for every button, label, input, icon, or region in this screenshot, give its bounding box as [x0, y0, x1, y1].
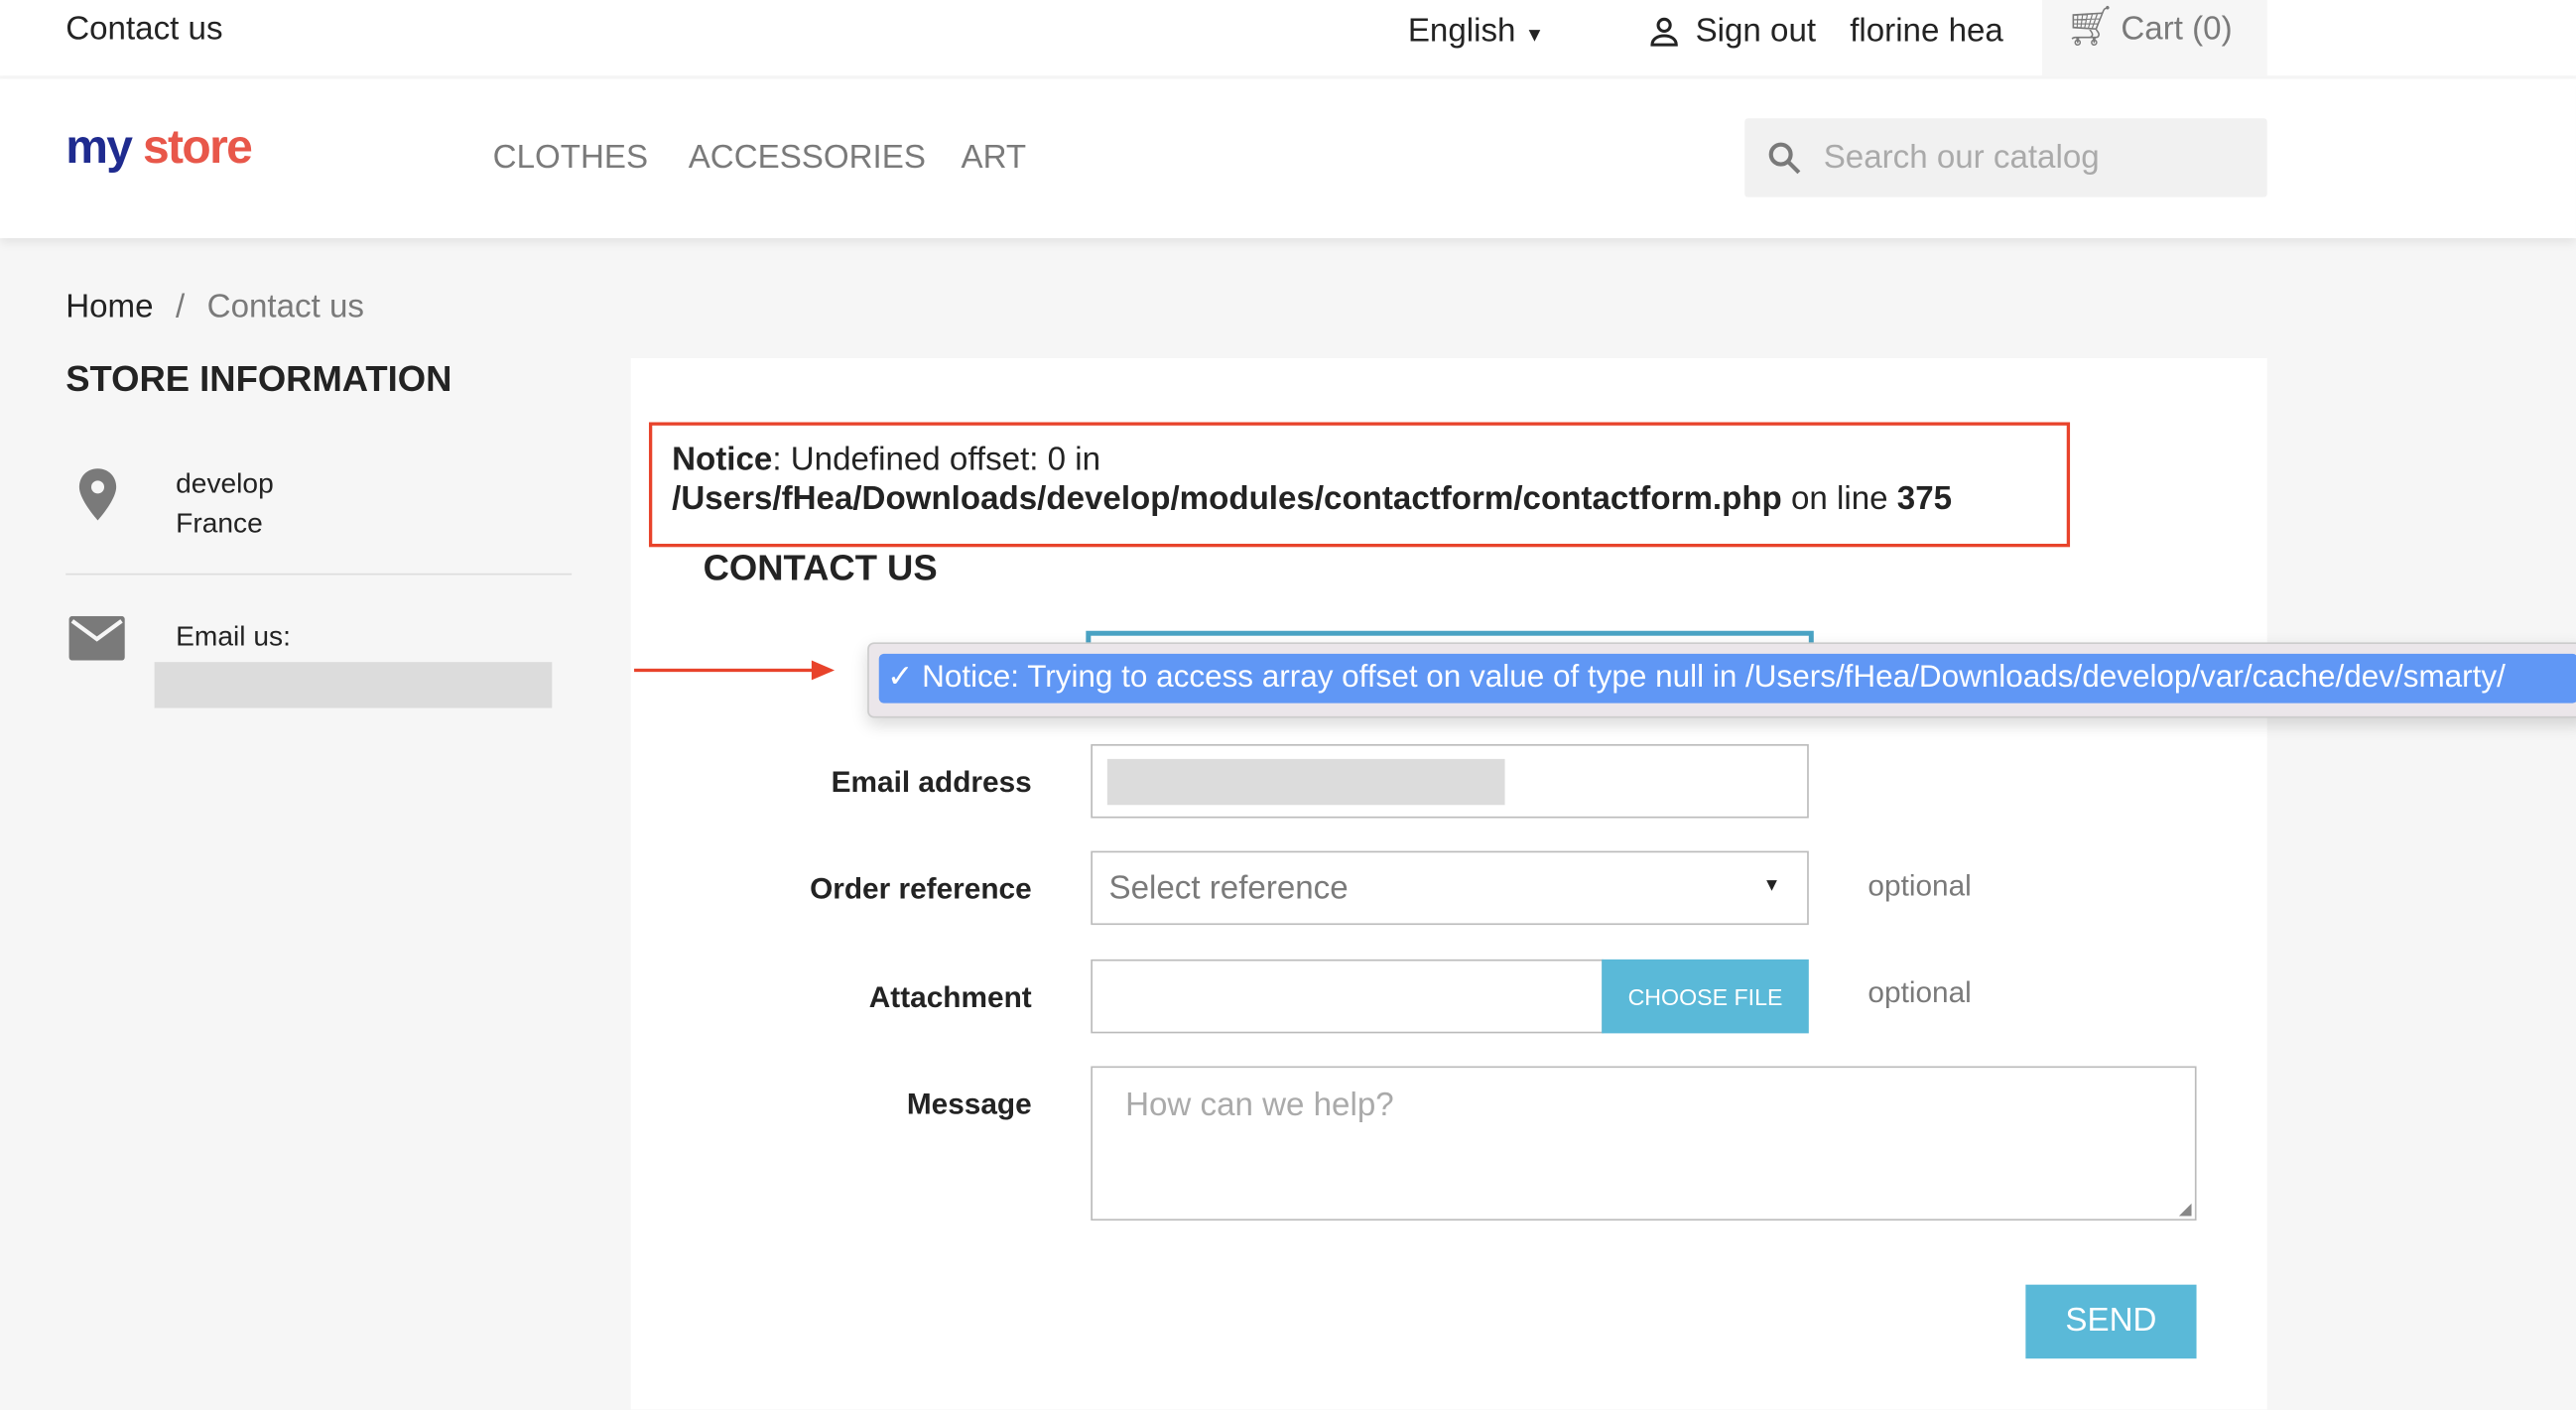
email-label: Email address	[831, 765, 1032, 799]
language-selector[interactable]: English ▼	[1408, 12, 1545, 55]
send-button[interactable]: SEND	[2025, 1284, 2197, 1359]
notice-on-line: on line	[1781, 481, 1897, 518]
store-name: develop	[176, 467, 274, 500]
email-us-label: Email us:	[176, 620, 291, 653]
notice-path: /Users/fHea/Downloads/develop/modules/co…	[672, 481, 1782, 518]
redacted-email	[154, 662, 553, 708]
divider	[65, 573, 573, 576]
cart-button[interactable]: 🛒︎ Cart (0)	[2041, 0, 2267, 76]
user-icon	[1650, 17, 1678, 47]
notice-line-number: 375	[1896, 481, 1953, 518]
notice-text: : Undefined offset: 0 in	[772, 442, 1101, 478]
breadcrumb-current: Contact us	[206, 289, 364, 325]
optional-label: optional	[1868, 975, 1972, 1009]
email-field[interactable]	[1091, 743, 1809, 819]
caret-down-icon: ▼	[1762, 875, 1781, 896]
attachment-label: Attachment	[868, 980, 1032, 1014]
search-icon	[1768, 142, 1801, 175]
breadcrumb-separator: /	[176, 289, 186, 325]
contact-title: CONTACT US	[703, 547, 938, 588]
message-textarea[interactable]: How can we help? ◢	[1091, 1066, 2197, 1221]
resize-handle-icon[interactable]: ◢	[2179, 1201, 2192, 1218]
breadcrumb-home[interactable]: Home	[65, 289, 153, 324]
page: Contact us English ▼ Sign out florine he…	[0, 0, 2576, 1410]
mail-icon	[68, 615, 125, 661]
nav-art[interactable]: ART	[962, 140, 1027, 178]
message-placeholder: How can we help?	[1125, 1088, 1394, 1124]
cart-label: Cart (0)	[2121, 11, 2233, 49]
nav-accessories[interactable]: ACCESSORIES	[689, 140, 926, 178]
search-placeholder: Search our catalog	[1823, 139, 2100, 177]
language-label: English	[1407, 13, 1516, 50]
order-reference-select[interactable]: Select reference ▼	[1091, 850, 1809, 926]
notice-label: Notice	[672, 442, 773, 478]
order-reference-label: Order reference	[810, 872, 1032, 906]
attachment-field[interactable]	[1091, 959, 1604, 1034]
php-notice: Notice: Undefined offset: 0 in /Users/fH…	[648, 422, 2071, 548]
account-link[interactable]: florine hea	[1850, 12, 2003, 52]
store-country: France	[176, 507, 263, 540]
arrow-head-icon	[811, 660, 836, 681]
store-logo[interactable]: my store	[65, 122, 253, 177]
caret-down-icon: ▼	[1524, 23, 1545, 47]
sign-out-link[interactable]: Sign out	[1696, 12, 1817, 52]
top-bar: Contact us English ▼ Sign out florine he…	[0, 0, 2576, 76]
select-dropdown: ✓ Notice: Trying to access array offset …	[867, 642, 2576, 718]
optional-label: optional	[1868, 868, 1972, 902]
nav-clothes[interactable]: CLOTHES	[493, 140, 648, 178]
message-label: Message	[906, 1088, 1032, 1121]
redacted-email-value	[1106, 758, 1505, 806]
choose-file-button[interactable]: CHOOSE FILE	[1602, 959, 1809, 1034]
breadcrumb: Home / Contact us	[65, 288, 364, 327]
cart-icon: 🛒︎	[2065, 4, 2116, 50]
search-input[interactable]: Search our catalog	[1744, 118, 2267, 197]
dropdown-option-selected[interactable]: ✓ Notice: Trying to access array offset …	[878, 653, 2576, 704]
location-pin-icon	[78, 468, 117, 521]
store-info-title: STORE INFORMATION	[65, 357, 452, 400]
order-reference-value: Select reference	[1108, 870, 1349, 907]
store-address: develop France	[176, 465, 274, 544]
arrow-line	[634, 668, 816, 673]
contact-link[interactable]: Contact us	[65, 10, 222, 50]
